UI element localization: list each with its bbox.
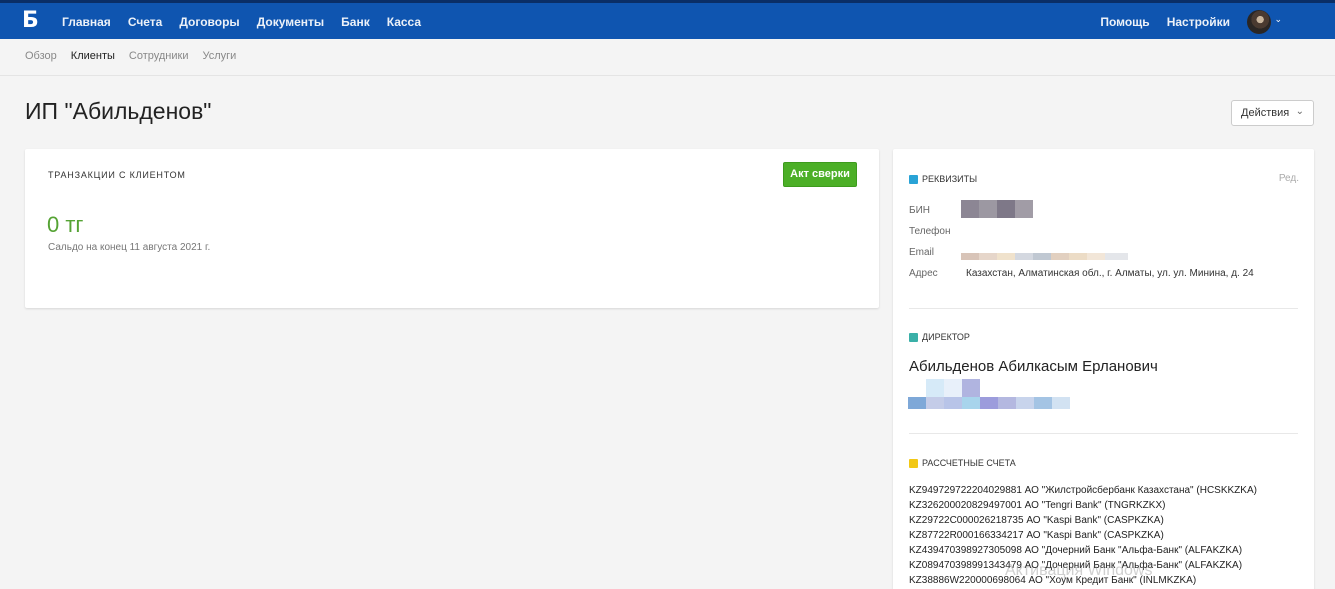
person-icon [909, 332, 918, 342]
page-title: ИП "Абильденов" [25, 98, 212, 124]
actions-dropdown[interactable]: Действия ⌄ [1231, 100, 1314, 126]
avatar[interactable] [1247, 10, 1271, 34]
nav-item-documents[interactable]: Документы [257, 15, 324, 29]
client-details-card: РЕКВИЗИТЫ Ред. БИН Телефон Email Адрес К… [893, 149, 1314, 589]
accounts-title: РАССЧЕТНЫЕ СЧЕТА [922, 458, 1016, 468]
divider [909, 308, 1298, 309]
right-nav: Помощь Настройки [1100, 15, 1230, 29]
nav-item-accounts[interactable]: Счета [128, 15, 163, 29]
transactions-card: ТРАНЗАКЦИИ С КЛИЕНТОМ Акт сверки 0 тг Са… [25, 149, 879, 308]
balance-caption: Сальдо на конец 11 августа 2021 г. [48, 242, 211, 253]
director-title: ДИРЕКТОР [922, 332, 970, 342]
nav-item-home[interactable]: Главная [62, 15, 111, 29]
address-label: Адрес [909, 268, 938, 279]
nav-item-contracts[interactable]: Договоры [179, 15, 239, 29]
bin-value-redacted [961, 200, 1033, 218]
tab-overview[interactable]: Обзор [25, 50, 57, 62]
phone-label: Телефон [909, 226, 951, 237]
nav-item-help[interactable]: Помощь [1100, 15, 1149, 29]
list-item: KZ326200020829497001 АО "Tengri Bank" (T… [909, 500, 1166, 511]
bin-label: БИН [909, 205, 930, 216]
accounts-header: РАССЧЕТНЫЕ СЧЕТА [909, 458, 1016, 468]
director-name: Абильденов Абилкасым Ерланович [909, 358, 1158, 375]
address-value: Казахстан, Алматинская обл., г. Алматы, … [966, 268, 1254, 279]
tab-employees[interactable]: Сотрудники [129, 50, 189, 62]
email-value-redacted [961, 253, 1128, 260]
list-item: KZ439470398927305098 АО "Дочерний Банк "… [909, 545, 1243, 556]
director-header: ДИРЕКТОР [909, 332, 970, 342]
actions-label: Действия [1241, 107, 1290, 119]
app-logo[interactable]: Б [22, 8, 39, 33]
list-item: KZ949729722204029881 АО "Жилстройсбербан… [909, 485, 1257, 496]
list-item: KZ29722C000026218735 АО "Kaspi Bank" (CA… [909, 515, 1164, 526]
requisites-header: РЕКВИЗИТЫ [909, 174, 977, 184]
os-activation-watermark: Активация Windows [1005, 562, 1153, 579]
tab-services[interactable]: Услуги [202, 50, 236, 62]
balance-amount: 0 тг [47, 212, 84, 237]
requisites-title: РЕКВИЗИТЫ [922, 174, 978, 184]
list-icon [909, 174, 918, 184]
transactions-title: ТРАНЗАКЦИИ С КЛИЕНТОМ [48, 170, 186, 180]
chevron-down-icon[interactable]: ⌄ [1274, 15, 1282, 25]
email-label: Email [909, 247, 935, 258]
divider [909, 433, 1298, 434]
main-nav: Главная Счета Договоры Документы Банк Ка… [62, 15, 421, 29]
nav-item-cash[interactable]: Касса [387, 15, 421, 29]
list-item: KZ87722R000166334217 АО "Kaspi Bank" (CA… [909, 530, 1164, 541]
wallet-icon [909, 458, 918, 468]
director-contact-redacted [908, 379, 1070, 409]
edit-link[interactable]: Ред. [1279, 173, 1299, 184]
nav-item-settings[interactable]: Настройки [1167, 15, 1230, 29]
sub-nav: Обзор Клиенты Сотрудники Услуги [0, 39, 1335, 76]
chevron-down-icon: ⌄ [1295, 106, 1304, 117]
tab-clients[interactable]: Клиенты [71, 50, 115, 62]
top-navbar: Б Главная Счета Договоры Документы Банк … [0, 0, 1335, 39]
reconciliation-act-button[interactable]: Акт сверки [783, 162, 857, 187]
nav-item-bank[interactable]: Банк [341, 15, 370, 29]
